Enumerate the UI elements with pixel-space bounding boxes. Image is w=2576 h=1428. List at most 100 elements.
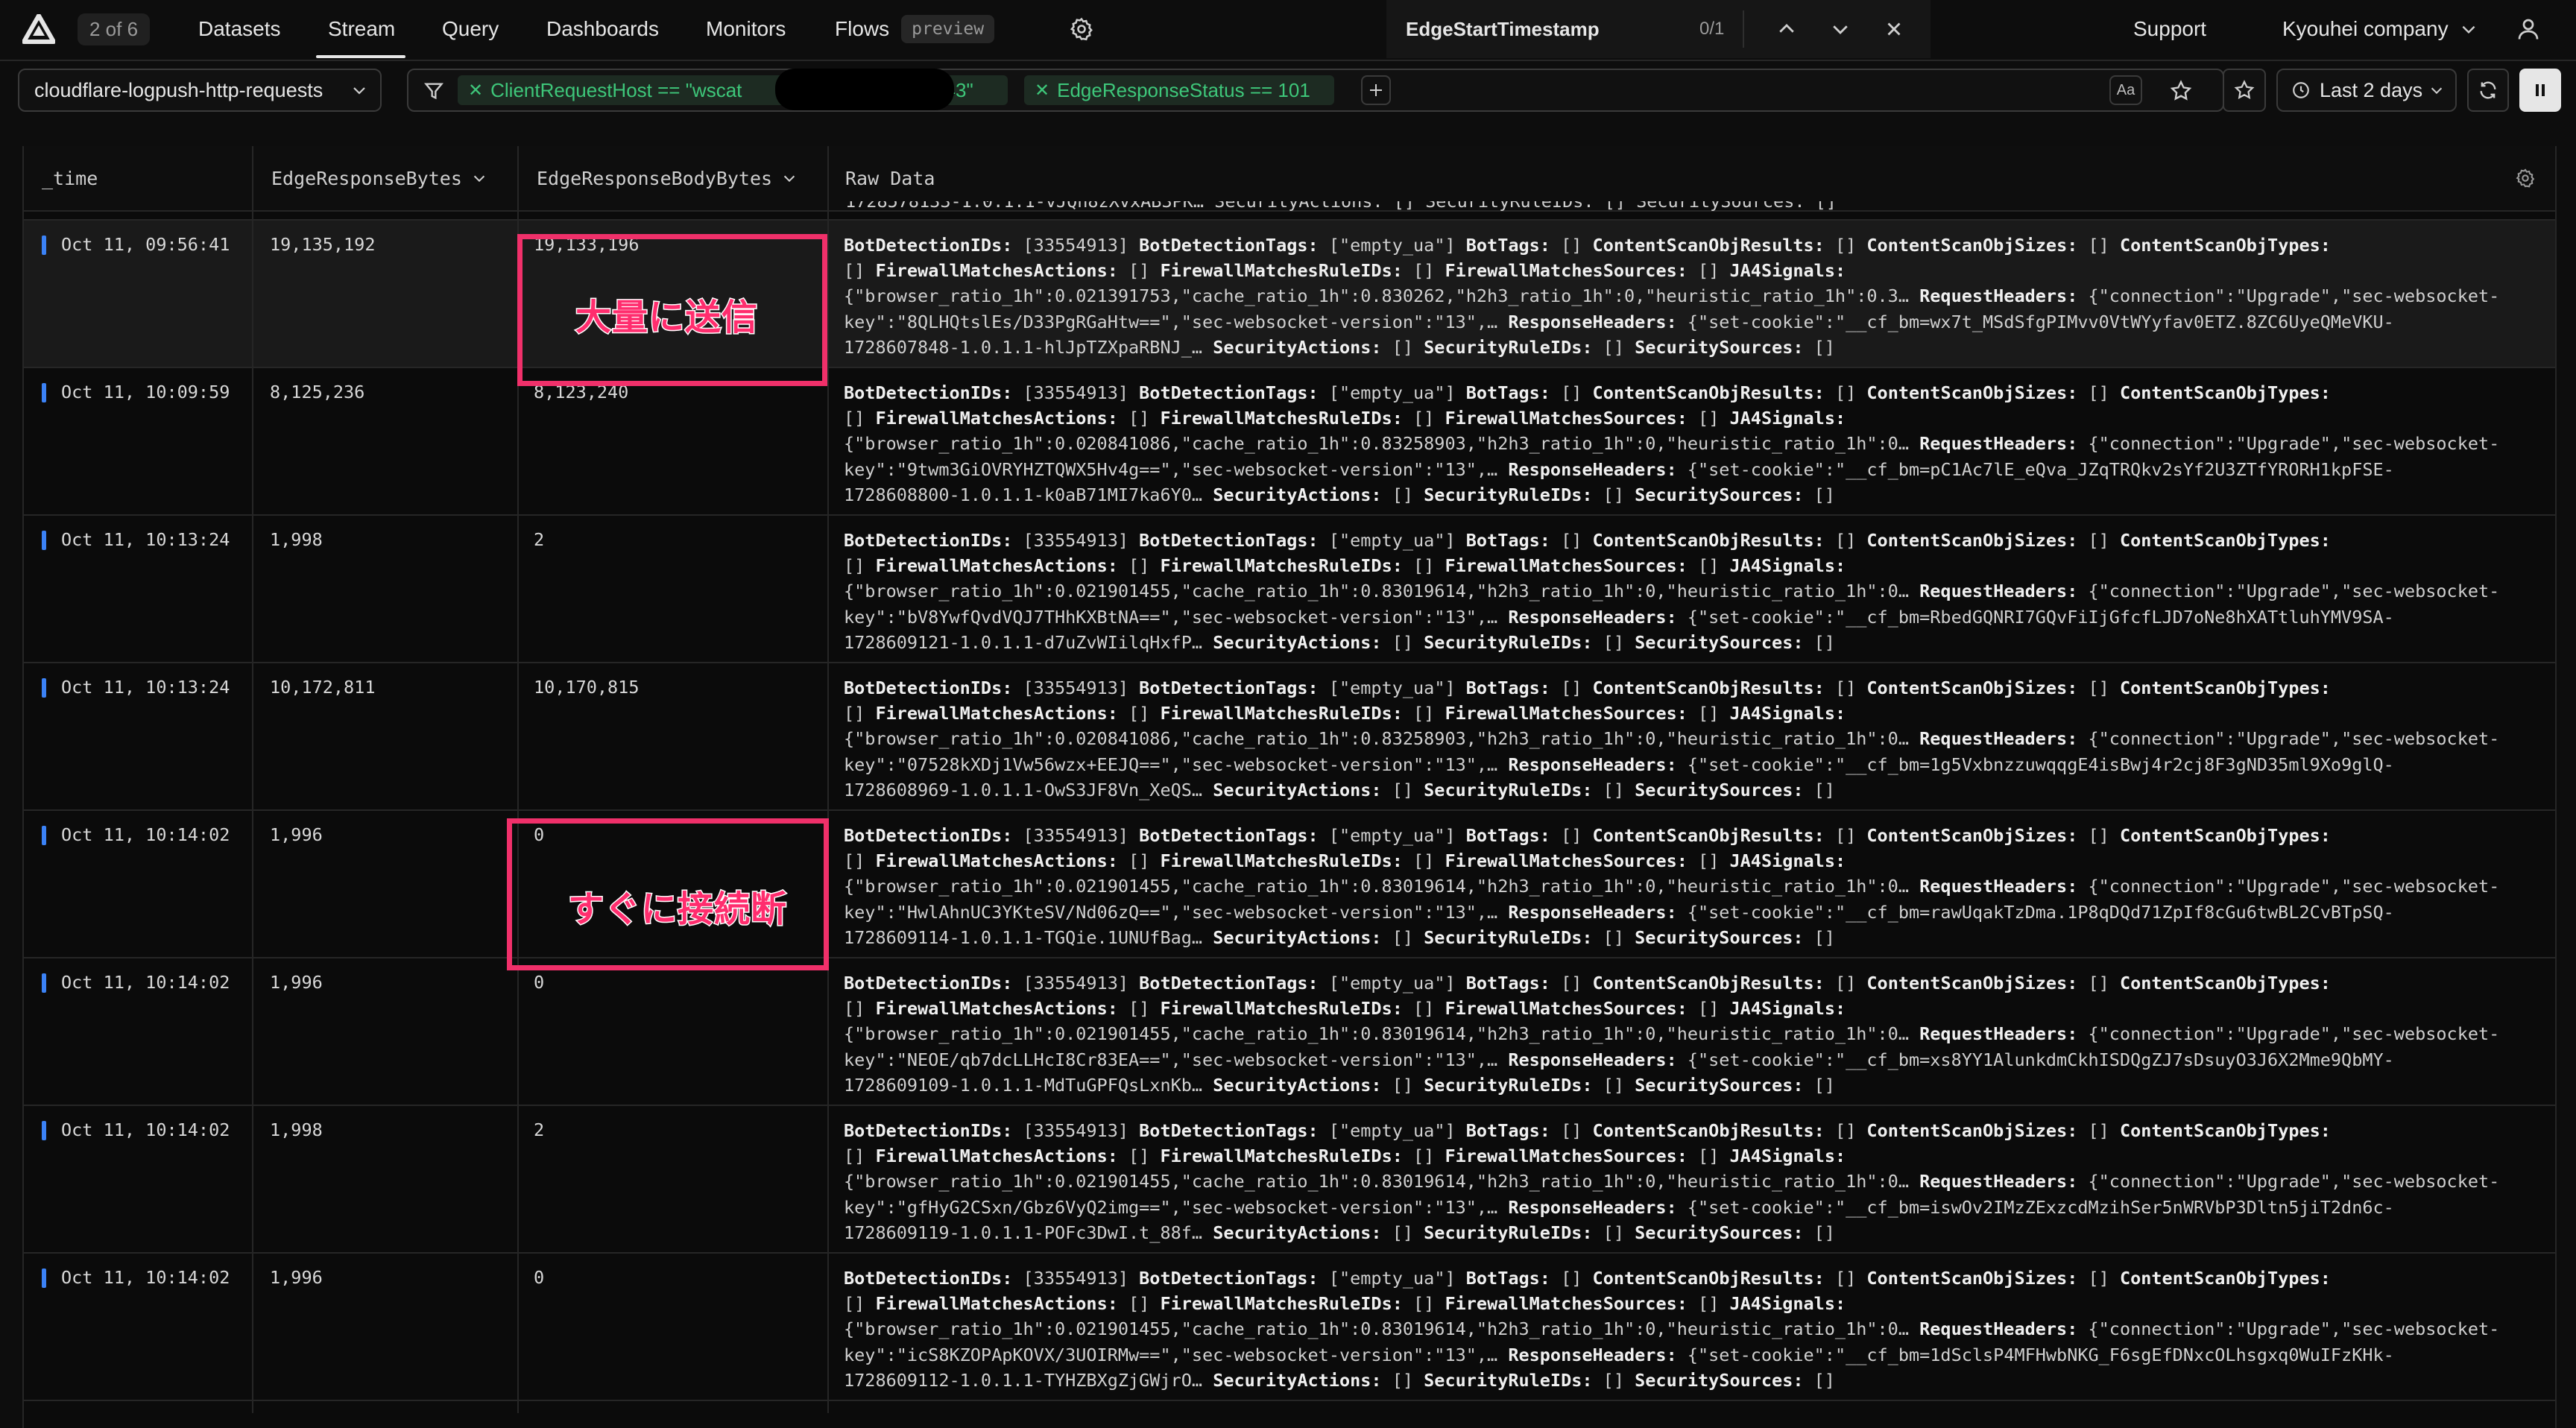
dataset-selector[interactable]: cloudflare-logpush-http-requests <box>18 69 382 112</box>
nav-flows[interactable]: Flows preview <box>835 0 995 58</box>
preview-badge: preview <box>901 15 995 43</box>
raw-data-cell: BotDetectionIDs: [33554913] BotDetection… <box>844 1118 2543 1245</box>
org-switcher[interactable]: Kyouhei company <box>2282 0 2478 58</box>
raw-data-line: {"browser_ratio_1h":0.021901455,"cache_r… <box>844 581 2500 602</box>
match-case-toggle[interactable]: Aa <box>2109 75 2142 105</box>
raw-data-line: [] FirewallMatchesActions: [] FirewallMa… <box>844 408 1846 429</box>
plus-icon <box>1370 84 1382 96</box>
table-row[interactable]: Oct 11, 10:14:02 1,996 0 BotDetectionIDs: [… <box>24 811 2555 958</box>
column-edge-response-bytes[interactable]: EdgeResponseBytes <box>271 146 487 210</box>
support-link[interactable]: Support <box>2133 0 2206 58</box>
table-row[interactable]: Oct 11, 10:09:59 8,125,236 8,123,240 BotDet… <box>24 368 2555 516</box>
close-icon[interactable] <box>1883 0 1905 58</box>
org-name: Kyouhei company <box>2282 17 2449 40</box>
edge-response-bytes-cell: 1,996 <box>270 972 323 993</box>
raw-data-line: {"browser_ratio_1h":0.021901455,"cache_r… <box>844 1318 2500 1340</box>
raw-data-line: BotDetectionIDs: [33554913] BotDetection… <box>844 235 2331 256</box>
star-icon[interactable] <box>2169 79 2193 107</box>
active-tab-indicator <box>316 55 405 58</box>
raw-data-cell: BotDetectionIDs: [33554913] BotDetection… <box>844 675 2543 803</box>
raw-data-line: [] FirewallMatchesActions: [] FirewallMa… <box>844 998 1846 1020</box>
table-row[interactable]: Oct 11, 10:14:02 1,998 2 BotDetectionIDs: [… <box>24 1106 2555 1254</box>
raw-data-line: key":"gfHyG2CSxn/Gbz6VyQ2img==","sec-web… <box>844 1196 2394 1218</box>
time-cell: Oct 11, 09:56:41 <box>61 234 230 255</box>
raw-data-line: [] FirewallMatchesActions: [] FirewallMa… <box>844 703 1846 724</box>
column-edge-response-body-bytes[interactable]: EdgeResponseBodyBytes <box>537 146 798 210</box>
nav-monitors[interactable]: Monitors <box>706 0 786 58</box>
row-marker <box>42 383 46 402</box>
pause-button[interactable] <box>2519 69 2561 112</box>
raw-data-line: {"browser_ratio_1h":0.021391753,"cache_r… <box>844 285 2500 307</box>
raw-data-cell: BotDetectionIDs: [33554913] BotDetection… <box>844 380 2543 508</box>
raw-data-line: key":"icS8KZOPApKOVX/3UOIRMw==","sec-web… <box>844 1344 2394 1365</box>
raw-data-line: [] FirewallMatchesActions: [] FirewallMa… <box>844 1293 1846 1315</box>
edge-response-bytes-cell: 1,996 <box>270 824 323 845</box>
column-label: EdgeResponseBytes <box>271 167 462 189</box>
results-table: _time EdgeResponseBytes EdgeResponseBody… <box>22 146 2557 1428</box>
user-icon[interactable] <box>2515 0 2542 58</box>
raw-data-cell: BotDetectionIDs: [33554913] BotDetection… <box>844 823 2543 950</box>
edge-response-bytes-cell: 8,125,236 <box>270 382 365 402</box>
edge-response-body-bytes-cell: 0 <box>534 1267 545 1288</box>
row-marker <box>42 973 46 993</box>
raw-data-line: key":"bV8YwfQvdVQJ7THhKXBtNA==","sec-web… <box>844 606 2394 628</box>
find-divider <box>1743 10 1744 48</box>
table-row[interactable]: Oct 11, 10:14:02 1,996 0 BotDetectionIDs: [… <box>24 958 2555 1106</box>
column-time[interactable]: _time <box>42 146 98 210</box>
table-row[interactable]: Oct 11, 10:13:24 10,172,811 10,170,815 BotD… <box>24 663 2555 811</box>
raw-data-line: [] FirewallMatchesActions: [] FirewallMa… <box>844 850 1846 872</box>
edge-response-body-bytes-cell: 2 <box>534 1119 545 1140</box>
filter-bar[interactable]: ✕ ClientRequestHost == "wscat :8443" ✕ E… <box>407 69 2224 112</box>
filter-chip-status[interactable]: ✕ EdgeResponseStatus == 101 <box>1024 75 1334 105</box>
raw-data-line: 1728609112-1.0.1.1-TYHZBXgZjGWjrO… Secur… <box>844 1369 1835 1391</box>
raw-data-line: 1728607848-1.0.1.1-hlJpTZXpaRBNJ_… Secur… <box>844 336 1835 358</box>
chevron-up-icon[interactable] <box>1775 0 1798 58</box>
nav-dashboards[interactable]: Dashboards <box>546 0 659 58</box>
column-divider <box>252 146 253 1413</box>
clock-icon <box>2293 82 2309 98</box>
save-query-button[interactable] <box>2223 69 2266 112</box>
time-cell: Oct 11, 10:14:02 <box>61 824 230 845</box>
raw-data-line: 1728609121-1.0.1.1-d7uZvWIilqHxfP… Secur… <box>844 631 1835 653</box>
add-filter-button[interactable] <box>1361 75 1391 105</box>
raw-data-line: 1728608800-1.0.1.1-k0aB71MI7ka6Y0… Secur… <box>844 484 1835 505</box>
nav-query[interactable]: Query <box>442 0 499 58</box>
raw-data-line: {"browser_ratio_1h":0.021901455,"cache_r… <box>844 1023 2500 1045</box>
nav-datasets[interactable]: Datasets <box>198 0 281 58</box>
raw-data-line: BotDetectionIDs: [33554913] BotDetection… <box>844 825 2331 846</box>
raw-data-cell: BotDetectionIDs: [33554913] BotDetection… <box>844 970 2543 1098</box>
partial-row-text: 1728578133-1.0.1.1-vJQn8zXvxAB3PK… Secur… <box>845 201 1837 212</box>
refresh-button[interactable] <box>2467 69 2509 112</box>
raw-data-line: 1728609119-1.0.1.1-POFc3DwI.t_88f… Secur… <box>844 1222 1835 1243</box>
axiom-logo-icon[interactable] <box>22 0 55 58</box>
filter-icon <box>423 80 444 105</box>
chevron-down-icon <box>2431 87 2443 95</box>
table-row[interactable]: Oct 11, 10:13:24 1,998 2 BotDetectionIDs: [… <box>24 516 2555 663</box>
raw-data-line: BotDetectionIDs: [33554913] BotDetection… <box>844 1268 2331 1289</box>
raw-data-line: key":"9twm3GiOVRYHZTQWX5Hv4g==","sec-web… <box>844 458 2394 480</box>
table-row[interactable]: Oct 11, 09:56:41 19,135,192 19,133,196 BotD… <box>24 221 2555 368</box>
edge-response-bytes-cell: 19,135,192 <box>270 234 376 255</box>
table-row[interactable]: Oct 11, 10:14:02 1,996 0 BotDetectionIDs: [… <box>24 1254 2555 1401</box>
gear-icon[interactable] <box>1069 0 1094 58</box>
row-marker <box>42 826 46 845</box>
chevron-down-icon[interactable] <box>1829 0 1852 58</box>
time-cell: Oct 11, 10:14:02 <box>61 1267 230 1288</box>
row-marker <box>42 531 46 550</box>
org-counter[interactable]: 2 of 6 <box>78 0 151 58</box>
close-icon[interactable]: ✕ <box>1035 80 1049 101</box>
find-query[interactable]: EdgeStartTimestamp <box>1406 0 1600 58</box>
redaction-mark <box>775 69 954 110</box>
time-range-selector[interactable]: Last 2 days <box>2276 69 2457 112</box>
chevron-down-icon <box>783 175 795 183</box>
close-icon[interactable]: ✕ <box>468 80 483 101</box>
raw-data-line: 1728608969-1.0.1.1-OwS3JF8Vn_XeQS… Secur… <box>844 779 1835 800</box>
refresh-icon <box>2480 81 2496 99</box>
edge-response-body-bytes-cell: 2 <box>534 529 545 550</box>
edge-response-body-bytes-cell: 10,170,815 <box>534 677 640 698</box>
annotation-large-send: 大量に送信 <box>574 297 759 339</box>
time-cell: Oct 11, 10:13:24 <box>61 677 230 698</box>
raw-data-line: BotDetectionIDs: [33554913] BotDetection… <box>844 973 2331 993</box>
nav-stream[interactable]: Stream <box>328 0 395 58</box>
filter-status-text: EdgeResponseStatus == 101 <box>1057 78 1310 101</box>
